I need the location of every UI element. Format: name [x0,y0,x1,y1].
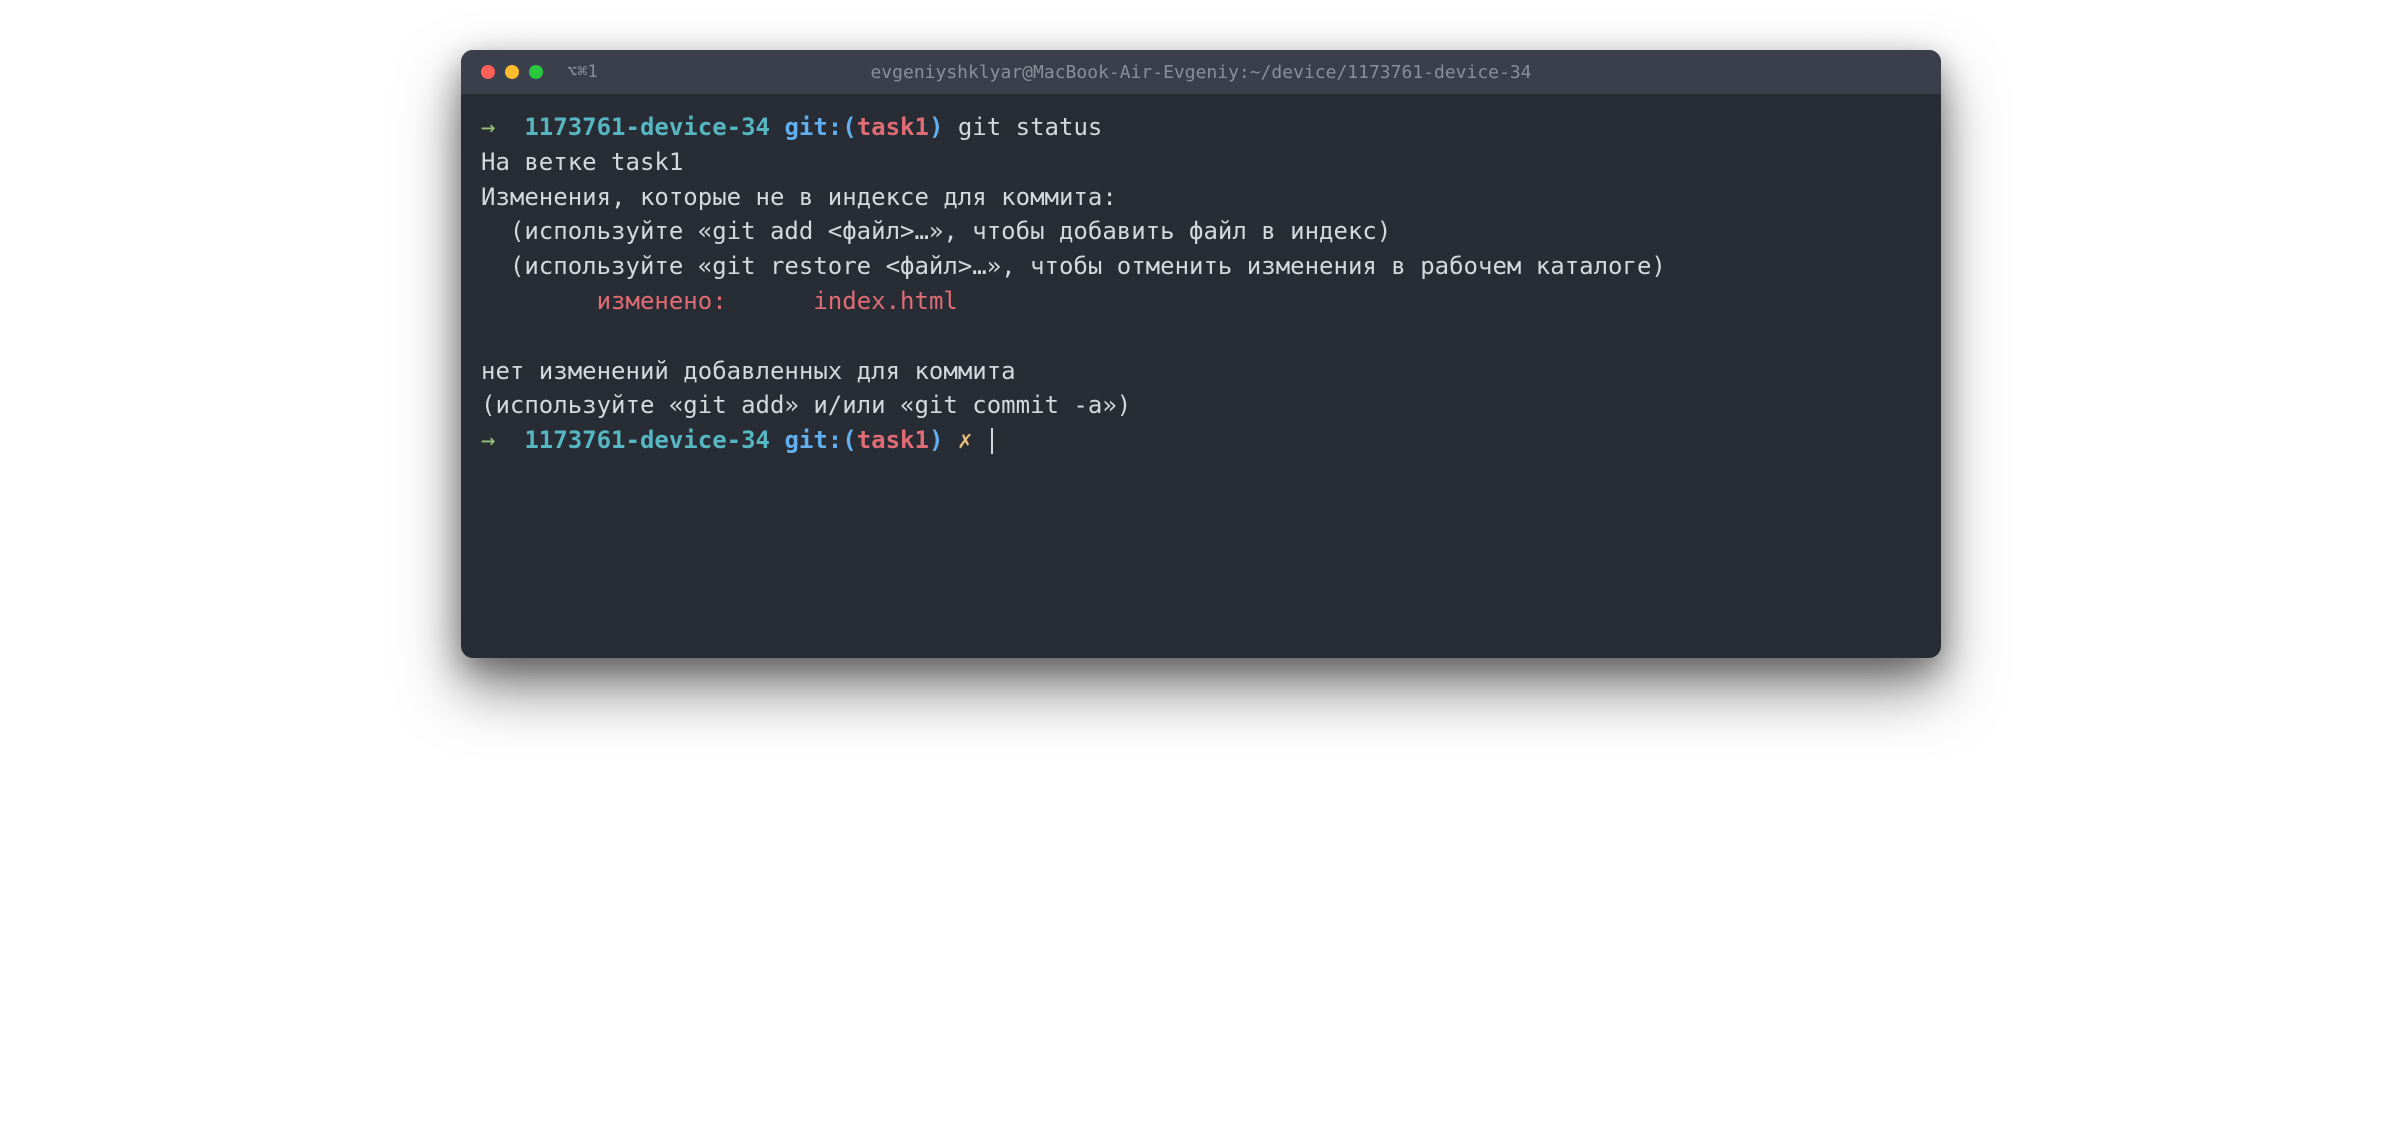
cursor [991,428,993,454]
close-button[interactable] [481,65,495,79]
terminal-content[interactable]: → 1173761-device-34 git:(task1) git stat… [461,94,1941,658]
output-line: Изменения, которые не в индексе для комм… [481,183,1117,211]
git-branch: task1 [857,426,929,454]
output-line: (используйте «git add» и/или «git commit… [481,391,1131,419]
output-line: (используйте «git restore <файл>…», чтоб… [481,252,1666,280]
dirty-indicator-icon: ✗ [958,426,972,454]
title-bar: ⌥⌘1 evgeniyshklyar@MacBook-Air-Evgeniy:~… [461,50,1941,94]
minimize-button[interactable] [505,65,519,79]
changed-label: изменено: [481,287,813,315]
terminal-window: ⌥⌘1 evgeniyshklyar@MacBook-Air-Evgeniy:~… [461,50,1941,658]
git-label: git:( [784,113,856,141]
command-text: git status [958,113,1103,141]
git-close: ) [929,426,943,454]
git-label: git:( [784,426,856,454]
output-line: нет изменений добавленных для коммита [481,357,1016,385]
output-line: На ветке task1 [481,148,683,176]
prompt-arrow-icon: → [481,426,495,454]
prompt-directory: 1173761-device-34 [524,426,770,454]
output-line: (используйте «git add <файл>…», чтобы до… [481,217,1391,245]
changed-file: index.html [813,287,958,315]
prompt-arrow-icon: → [481,113,495,141]
prompt-directory: 1173761-device-34 [524,113,770,141]
traffic-lights [481,65,543,79]
tab-shortcut-label: ⌥⌘1 [567,62,598,82]
maximize-button[interactable] [529,65,543,79]
git-close: ) [929,113,943,141]
git-branch: task1 [857,113,929,141]
window-title: evgeniyshklyar@MacBook-Air-Evgeniy:~/dev… [870,62,1531,83]
